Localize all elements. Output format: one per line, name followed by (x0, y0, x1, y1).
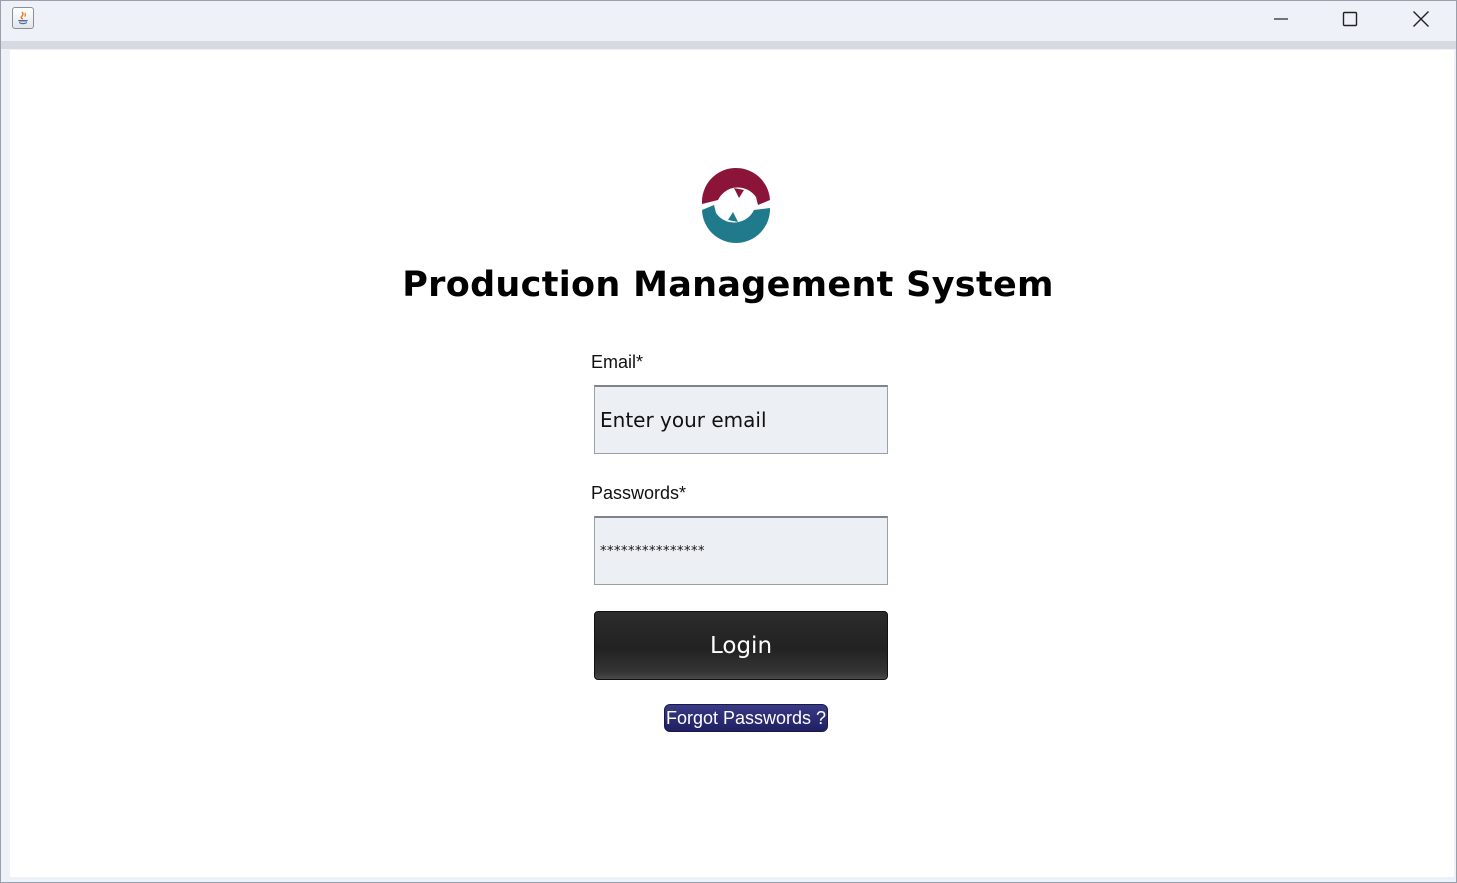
production-logo (700, 167, 772, 243)
email-field[interactable] (594, 385, 888, 454)
login-button[interactable]: Login (594, 611, 888, 680)
minimize-icon (1274, 18, 1288, 20)
forgot-password-button[interactable]: Forgot Passwords ? (664, 704, 828, 732)
password-label: Passwords* (591, 483, 687, 503)
page-title: Production Management System (402, 265, 1054, 305)
app-window: Production Management System Email* Pass… (0, 0, 1457, 883)
maximize-icon (1342, 11, 1358, 27)
title-bar[interactable] (1, 1, 1456, 41)
login-panel: Production Management System Email* Pass… (10, 50, 1454, 877)
password-field[interactable] (594, 516, 888, 585)
close-icon (1413, 11, 1429, 27)
email-label: Email* (591, 352, 644, 372)
maximize-button[interactable] (1315, 1, 1385, 37)
java-icon[interactable] (12, 7, 34, 29)
close-button[interactable] (1386, 1, 1456, 37)
title-separator (1, 41, 1456, 49)
minimize-button[interactable] (1246, 1, 1316, 37)
